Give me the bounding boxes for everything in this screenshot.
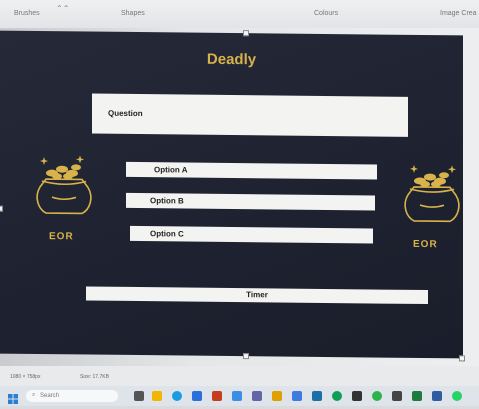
search-icon: ⌕ <box>32 392 36 398</box>
slide-title: Deadly <box>206 50 257 69</box>
resize-handle-corner[interactable] <box>459 355 465 362</box>
eor-logo-right: EOR <box>413 238 438 251</box>
option-a-label: Option A <box>154 165 188 175</box>
outlook-icon[interactable] <box>192 391 202 401</box>
taskbar: ⌕ Search <box>0 386 479 406</box>
file-size-readout: Size: 17.7KB <box>80 374 109 380</box>
question-box[interactable]: Question <box>92 93 408 137</box>
option-a-box[interactable]: Option A <box>126 161 377 180</box>
option-c-box[interactable]: Option C <box>130 225 373 244</box>
brushes-label[interactable]: Brushes <box>14 10 40 17</box>
timer-box[interactable]: Timer <box>86 286 428 305</box>
dimensions-readout: 1080 × 758px <box>10 374 41 380</box>
edge-icon[interactable] <box>172 391 182 401</box>
shapes-group[interactable]: Shapes <box>121 10 145 17</box>
search-box[interactable]: ⌕ Search <box>26 390 118 402</box>
photos-icon[interactable] <box>232 391 242 401</box>
quiz-slide[interactable]: Deadly Question Option A Option B Option… <box>0 30 465 362</box>
option-b-box[interactable]: Option B <box>126 192 375 211</box>
search-placeholder: Search <box>40 393 60 399</box>
app-icon-gray[interactable] <box>392 391 402 401</box>
teams-icon[interactable] <box>252 391 262 401</box>
image-creator-group[interactable]: Image Crea <box>440 10 477 17</box>
eor-logo-left: EOR <box>49 231 74 243</box>
brushes-group[interactable]: Brushes <box>14 10 40 17</box>
office-icon[interactable] <box>212 391 222 401</box>
store-icon[interactable] <box>312 391 322 401</box>
whatsapp-icon[interactable] <box>452 391 462 401</box>
app-icon-dark[interactable] <box>352 391 362 401</box>
shapes-label[interactable]: Shapes <box>121 10 145 17</box>
settings-icon[interactable] <box>292 391 302 401</box>
resize-handle-left[interactable] <box>0 205 3 212</box>
gold-pot-icon-left <box>36 155 92 215</box>
chrome-icon[interactable] <box>332 391 342 401</box>
start-icon[interactable] <box>8 391 18 404</box>
brush-shapes-icon[interactable]: ⌃⌃ <box>56 4 69 13</box>
ribbon-toolbar: Brushes ⌃⌃ Shapes Colours Image Crea <box>0 0 479 28</box>
option-c-label: Option C <box>150 229 184 239</box>
excel-icon[interactable] <box>412 391 422 401</box>
app-icon-green[interactable] <box>372 391 382 401</box>
resize-handle-bottom[interactable] <box>243 353 249 360</box>
paint-icon[interactable] <box>272 391 282 401</box>
resize-handle-top[interactable] <box>243 30 249 37</box>
word-icon[interactable] <box>432 391 442 401</box>
option-b-label: Option B <box>150 196 184 206</box>
gold-pot-icon-right <box>404 164 460 223</box>
question-label: Question <box>108 108 143 119</box>
colours-group[interactable]: Colours <box>314 10 338 17</box>
image-creator-label[interactable]: Image Crea <box>440 10 477 17</box>
status-bar: 1080 × 758px Size: 17.7KB <box>0 366 479 386</box>
task-view-icon[interactable] <box>134 391 144 401</box>
file-explorer-icon[interactable] <box>152 391 162 401</box>
timer-label: Timer <box>246 290 268 300</box>
colours-label[interactable]: Colours <box>314 10 338 17</box>
